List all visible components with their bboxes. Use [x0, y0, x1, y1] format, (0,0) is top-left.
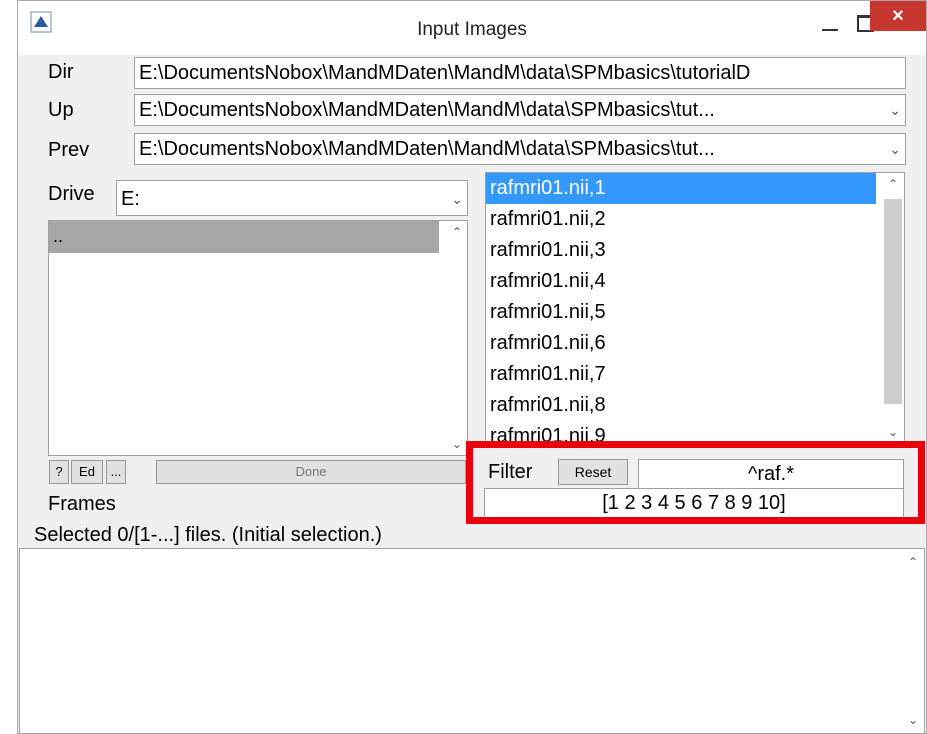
ed-button[interactable]: Ed	[71, 460, 103, 484]
done-button[interactable]: Done	[156, 460, 466, 484]
selected-files-scrollbar[interactable]: ⌃ ⌄	[902, 549, 924, 733]
dir-label: Dir	[48, 61, 74, 83]
list-item[interactable]: rafmri01.nii,1	[486, 173, 876, 204]
help-button[interactable]: ?	[49, 460, 69, 484]
scroll-up-icon[interactable]: ⌃	[902, 555, 924, 569]
scrollbar-thumb[interactable]	[884, 199, 902, 404]
dir-value: E:\DocumentsNobox\MandMDaten\MandM\data\…	[139, 62, 751, 84]
list-item[interactable]: ..	[49, 221, 439, 253]
drive-dropdown[interactable]: E: ⌄	[116, 180, 468, 216]
file-list-scrollbar[interactable]: ⌃ ⌄	[882, 173, 904, 443]
status-text: Selected 0/[1-...] files. (Initial selec…	[34, 524, 382, 546]
scroll-down-icon[interactable]: ⌄	[902, 713, 924, 727]
frames-label: Frames	[48, 493, 116, 515]
list-item[interactable]: rafmri01.nii,5	[486, 297, 876, 328]
prev-label: Prev	[48, 139, 90, 161]
scroll-up-icon[interactable]: ⌃	[447, 225, 467, 239]
drive-label: Drive	[48, 183, 95, 205]
prev-value: E:\DocumentsNobox\MandMDaten\MandM\data\…	[139, 138, 715, 160]
chevron-down-icon: ⌄	[889, 141, 901, 157]
list-item[interactable]: rafmri01.nii,7	[486, 359, 876, 390]
file-list-items: rafmri01.nii,1 rafmri01.nii,2 rafmri01.n…	[486, 173, 876, 443]
dir-field[interactable]: E:\DocumentsNobox\MandMDaten\MandM\data\…	[134, 57, 906, 89]
list-item[interactable]: rafmri01.nii,4	[486, 266, 876, 297]
chevron-down-icon: ⌄	[451, 191, 463, 207]
list-item[interactable]: rafmri01.nii,6	[486, 328, 876, 359]
list-item[interactable]: rafmri01.nii,3	[486, 235, 876, 266]
chevron-down-icon: ⌄	[889, 102, 901, 118]
directory-list[interactable]: .. ⌃ ⌄	[48, 220, 468, 456]
input-images-window: Input Images × Dir E:\DocumentsNobox\Man…	[17, 0, 927, 734]
up-dropdown[interactable]: E:\DocumentsNobox\MandMDaten\MandM\data\…	[134, 94, 906, 126]
drive-value: E:	[121, 188, 140, 210]
highlight-box	[466, 441, 925, 524]
directory-scrollbar[interactable]: ⌃ ⌄	[447, 221, 467, 455]
selected-files-list[interactable]: ⌃ ⌄	[19, 548, 925, 734]
up-value: E:\DocumentsNobox\MandMDaten\MandM\data\…	[139, 99, 715, 121]
window-title: Input Images	[417, 19, 527, 40]
up-label: Up	[48, 99, 74, 121]
scroll-down-icon[interactable]: ⌄	[447, 437, 467, 451]
scroll-down-icon[interactable]: ⌄	[882, 425, 904, 439]
more-button[interactable]: ...	[106, 460, 126, 484]
minimize-icon[interactable]	[814, 9, 844, 37]
close-icon[interactable]: ×	[870, 1, 926, 31]
list-item[interactable]: rafmri01.nii,8	[486, 390, 876, 421]
scroll-up-icon[interactable]: ⌃	[882, 177, 904, 191]
list-item[interactable]: rafmri01.nii,2	[486, 204, 876, 235]
title-bar[interactable]: Input Images ×	[18, 1, 926, 55]
file-list[interactable]: rafmri01.nii,1 rafmri01.nii,2 rafmri01.n…	[485, 172, 905, 444]
prev-dropdown[interactable]: E:\DocumentsNobox\MandMDaten\MandM\data\…	[134, 133, 906, 165]
